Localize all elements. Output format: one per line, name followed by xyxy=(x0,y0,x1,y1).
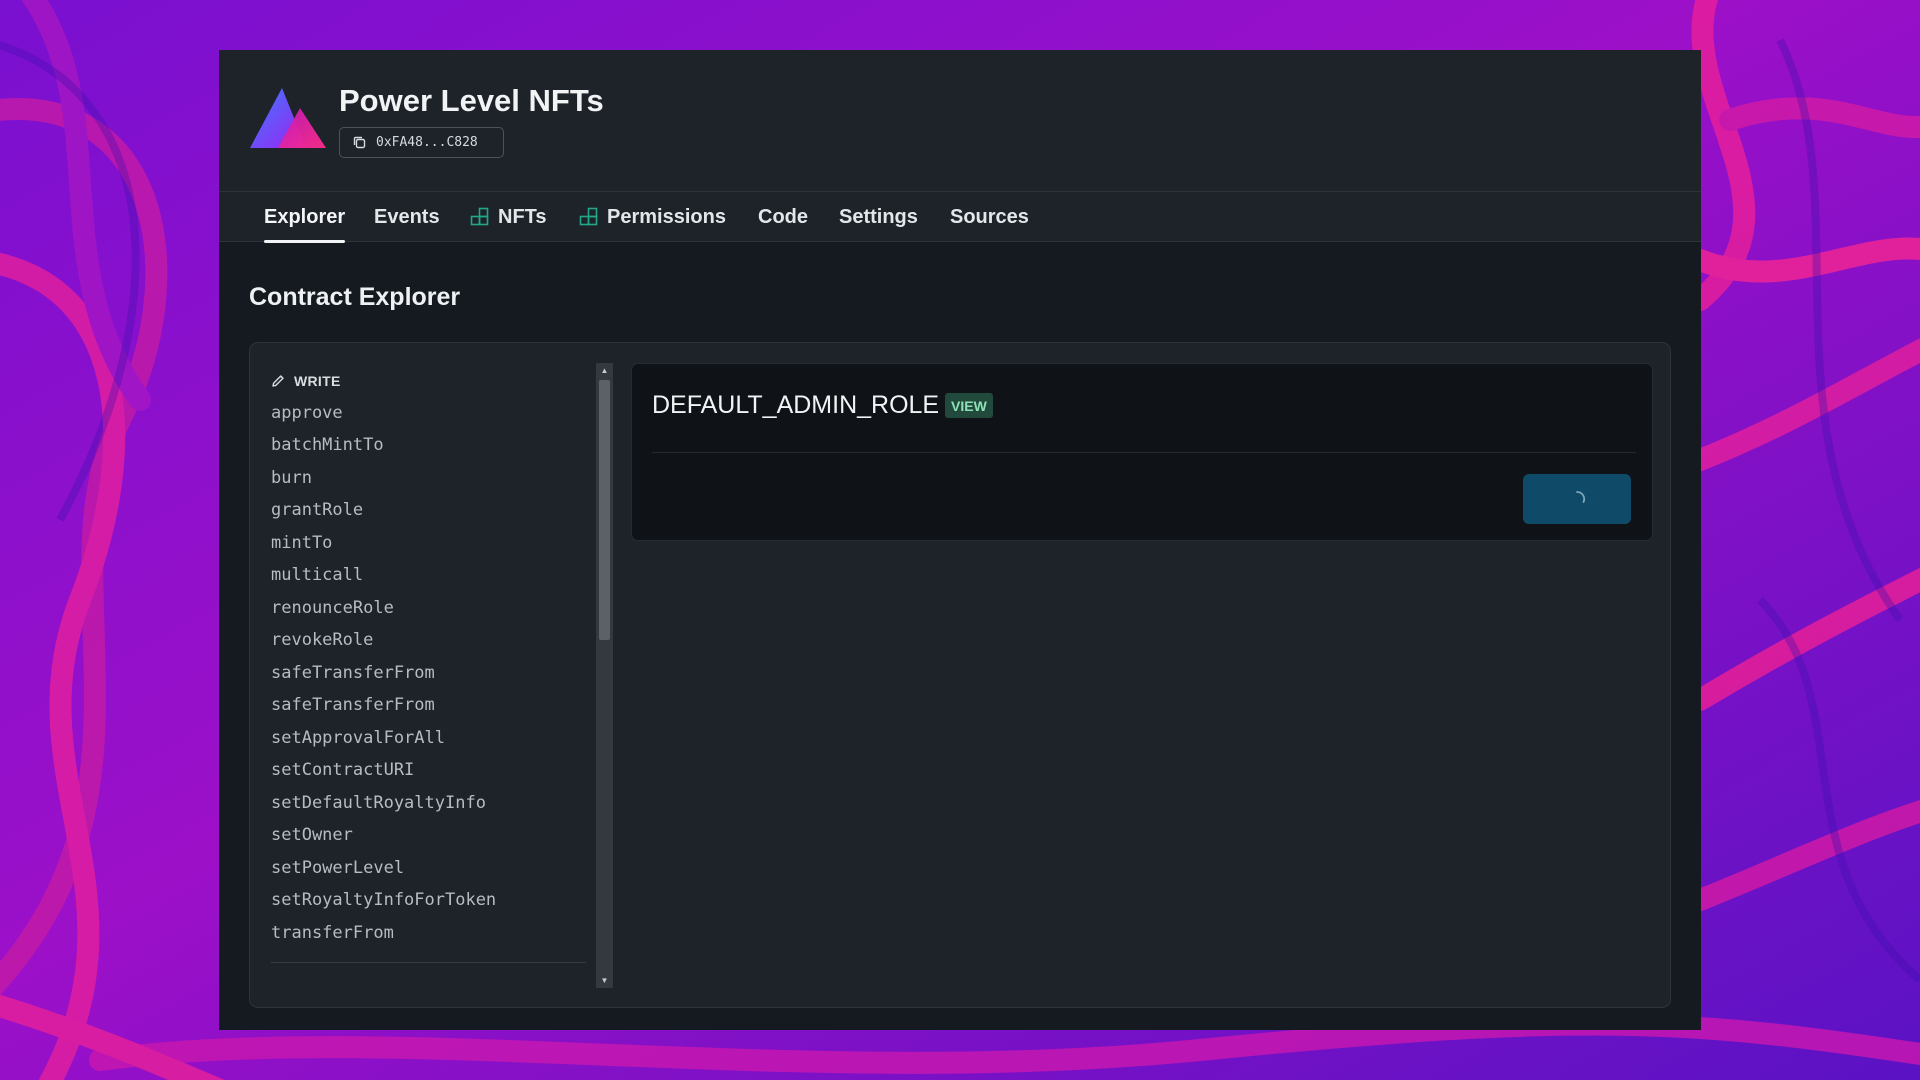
tab-permissions[interactable]: Permissions xyxy=(579,192,726,242)
tab-explorer[interactable]: Explorer xyxy=(264,192,346,243)
function-detail-panel: DEFAULT_ADMIN_ROLE VIEW xyxy=(631,363,1653,541)
function-list-scrollbar[interactable]: ▲ ▼ xyxy=(596,363,613,988)
tab-label: NFTs xyxy=(498,205,547,228)
function-item-safetransferfrom[interactable]: safeTransferFrom xyxy=(271,663,435,683)
tab-label: Permissions xyxy=(607,205,726,228)
pencil-icon xyxy=(272,375,284,387)
tab-sources[interactable]: Sources xyxy=(950,192,1029,242)
function-item-setdefaultroyaltyinfo[interactable]: setDefaultRoyaltyInfo xyxy=(271,793,486,813)
list-divider xyxy=(271,962,586,963)
function-item-approve[interactable]: approve xyxy=(271,403,343,423)
contract-explorer-card: WRITE approve batchMintTo burn grantRole… xyxy=(249,342,1671,1008)
write-section-header: WRITE xyxy=(271,373,341,389)
view-badge: VIEW xyxy=(945,393,993,418)
contract-address: 0xFA48...C828 xyxy=(376,135,478,150)
contract-header: Power Level NFTs 0xFA48...C828 xyxy=(219,50,1701,191)
tab-settings[interactable]: Settings xyxy=(839,192,918,242)
function-item-setcontracturi[interactable]: setContractURI xyxy=(271,760,414,780)
tab-label: Explorer xyxy=(264,205,346,228)
contract-dashboard-window: Power Level NFTs 0xFA48...C828 Explorer … xyxy=(219,50,1701,1030)
function-item-batchmintto[interactable]: batchMintTo xyxy=(271,435,384,455)
function-item-multicall[interactable]: multicall xyxy=(271,565,363,585)
copy-address-button[interactable]: 0xFA48...C828 xyxy=(339,127,504,158)
function-item-transferfrom[interactable]: transferFrom xyxy=(271,923,394,943)
function-item-setapprovalforall[interactable]: setApprovalForAll xyxy=(271,728,445,748)
scroll-down-arrow-icon[interactable]: ▼ xyxy=(596,973,613,988)
tab-nfts[interactable]: NFTs xyxy=(470,192,547,242)
run-function-button[interactable] xyxy=(1523,474,1631,524)
tab-label: Code xyxy=(758,205,808,228)
tab-label: Sources xyxy=(950,205,1029,228)
tab-events[interactable]: Events xyxy=(374,192,440,242)
function-list: WRITE approve batchMintTo burn grantRole… xyxy=(270,363,590,988)
function-item-renouncerole[interactable]: renounceRole xyxy=(271,598,394,618)
function-item-safetransferfrom-2[interactable]: safeTransferFrom xyxy=(271,695,435,715)
extension-icon xyxy=(579,207,598,226)
selected-function-name: DEFAULT_ADMIN_ROLE xyxy=(652,391,940,419)
tab-bar: Explorer Events NFTs Permissions Code Se… xyxy=(219,191,1701,243)
function-item-setpowerlevel[interactable]: setPowerLevel xyxy=(271,858,404,878)
function-item-burn[interactable]: burn xyxy=(271,468,312,488)
function-item-mintto[interactable]: mintTo xyxy=(271,533,332,553)
function-item-setowner[interactable]: setOwner xyxy=(271,825,353,845)
contract-title: Power Level NFTs xyxy=(339,83,604,118)
panel-divider xyxy=(652,452,1636,453)
write-section-label: WRITE xyxy=(294,373,341,389)
contract-logo-icon xyxy=(250,88,326,148)
extension-icon xyxy=(470,207,489,226)
loading-spinner-icon xyxy=(1576,491,1586,503)
function-item-grantrole[interactable]: grantRole xyxy=(271,500,363,520)
function-item-revokerole[interactable]: revokeRole xyxy=(271,630,373,650)
scrollbar-thumb[interactable] xyxy=(599,380,610,640)
tab-code[interactable]: Code xyxy=(758,192,808,242)
function-item-setroyaltyinfofortoken[interactable]: setRoyaltyInfoForToken xyxy=(271,890,496,910)
page-title: Contract Explorer xyxy=(249,283,461,311)
copy-icon xyxy=(353,136,366,149)
tab-label: Events xyxy=(374,205,440,228)
tab-label: Settings xyxy=(839,205,918,228)
scroll-up-arrow-icon[interactable]: ▲ xyxy=(596,363,613,378)
